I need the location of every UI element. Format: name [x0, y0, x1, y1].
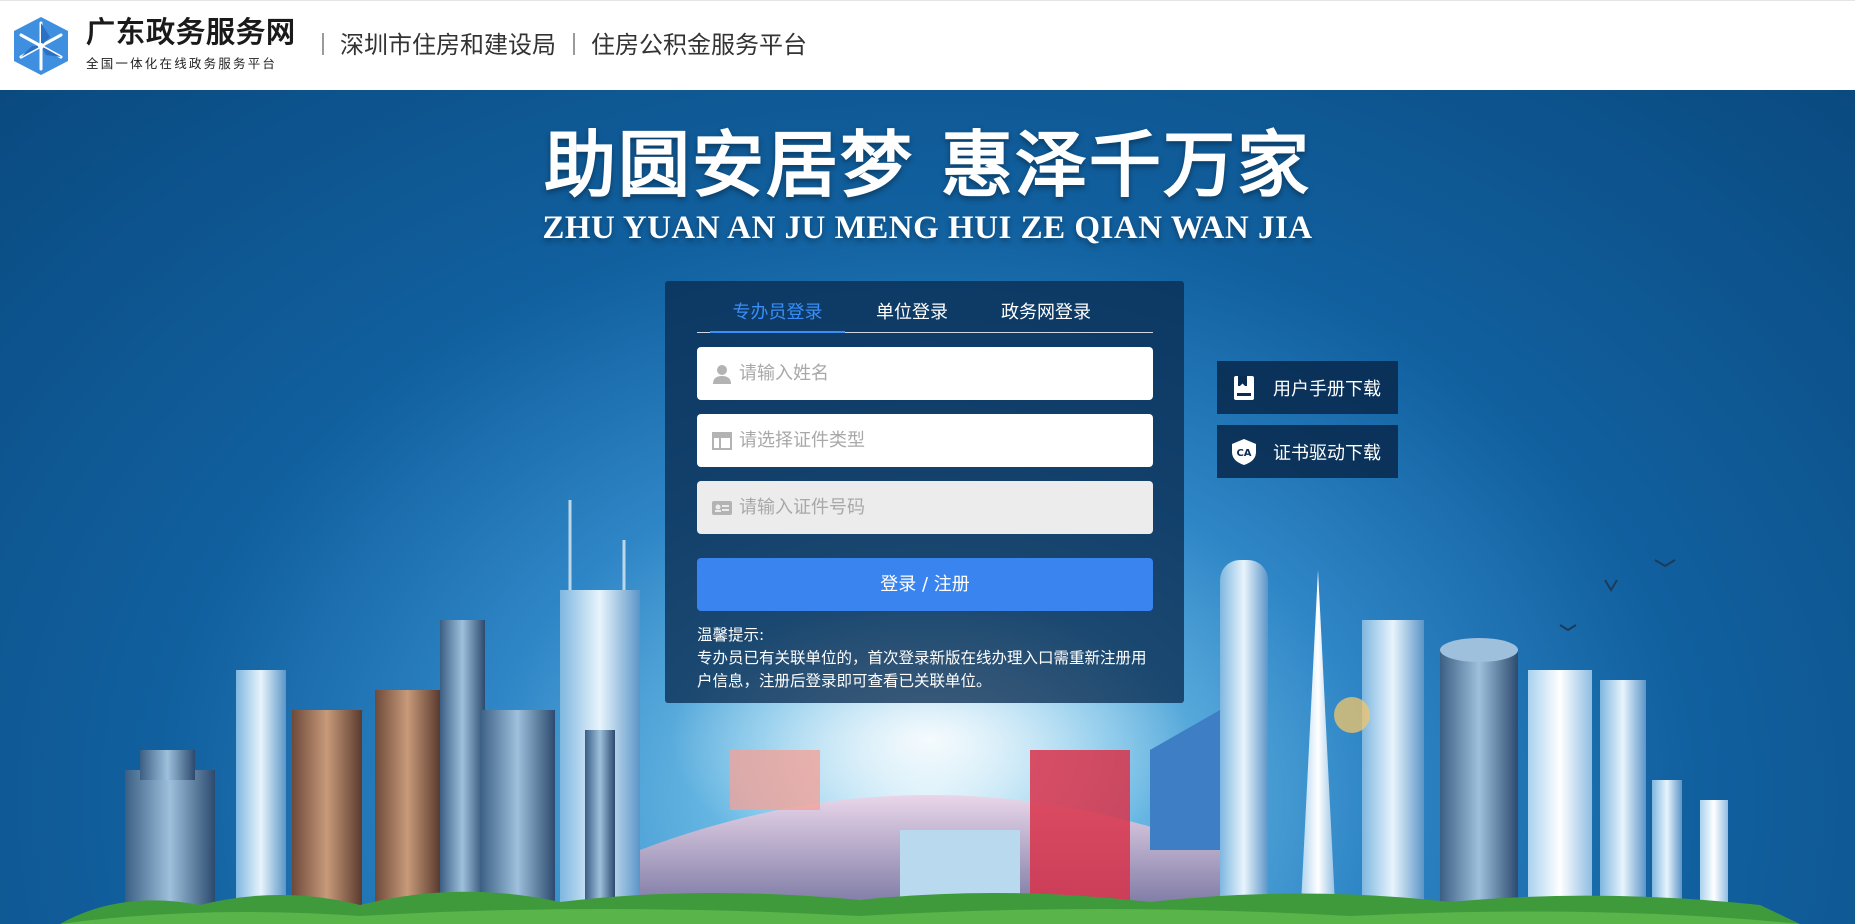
- brand-subtitle: 全国一体化在线政务服务平台: [86, 56, 278, 71]
- ca-shield-icon: CA: [1232, 438, 1256, 465]
- cert-number-field[interactable]: [697, 481, 1153, 534]
- cert-driver-download-button[interactable]: CA 证书驱动下载: [1217, 425, 1398, 478]
- tips-box: 温馨提示: 专办员已有关联单位的，首次登录新版在线办理入口需重新注册用户信息，注…: [697, 624, 1157, 693]
- svg-text:CA: CA: [1236, 448, 1251, 459]
- cert-driver-label: 证书驱动下载: [1273, 442, 1381, 464]
- name-field[interactable]: [697, 347, 1153, 400]
- tab-gov-login[interactable]: 政务网登录: [981, 299, 1111, 333]
- gd-logo-icon[interactable]: [10, 15, 72, 77]
- book-icon: [1234, 375, 1254, 400]
- slogan-chinese: 助圆安居梦 惠泽千万家: [543, 122, 1312, 207]
- slogan-pinyin: ZHU YUAN AN JU MENG HUI ZE QIAN WAN JIA: [542, 210, 1313, 246]
- id-card-icon: [712, 500, 732, 515]
- brand: 广东政务服务网 全国一体化在线政务服务平台: [86, 15, 296, 72]
- user-manual-download-button[interactable]: 用户手册下载: [1217, 361, 1398, 414]
- table-icon: [712, 431, 732, 450]
- name-input[interactable]: [739, 353, 1139, 394]
- brand-title[interactable]: 广东政务服务网: [86, 15, 296, 49]
- user-icon: [713, 364, 731, 384]
- tips-body: 专办员已有关联单位的，首次登录新版在线办理入口需重新注册用户信息，注册后登录即可…: [697, 649, 1147, 690]
- cert-number-input[interactable]: [739, 487, 1139, 528]
- cert-type-field[interactable]: [697, 414, 1153, 467]
- header-divider: [322, 33, 324, 55]
- login-tabs: 专办员登录 单位登录 政务网登录: [697, 299, 1153, 333]
- user-manual-label: 用户手册下载: [1273, 378, 1381, 400]
- bureau-name: 深圳市住房和建设局: [340, 31, 556, 59]
- tips-title: 温馨提示:: [697, 626, 765, 644]
- top-header: 广东政务服务网 全国一体化在线政务服务平台 深圳市住房和建设局 住房公积金服务平…: [0, 0, 1855, 90]
- header-divider: [573, 33, 575, 55]
- login-panel: 专办员登录 单位登录 政务网登录 请输入姓名 请选择证件类型 请输入证件号码 登…: [665, 281, 1184, 703]
- tab-agent-login[interactable]: 专办员登录: [710, 299, 845, 333]
- hero-banner: 助圆安居梦 惠泽千万家 ZHU YUAN AN JU MENG HUI ZE Q…: [0, 90, 1855, 924]
- platform-name: 住房公积金服务平台: [591, 31, 807, 59]
- cert-type-select[interactable]: [739, 420, 1139, 461]
- tab-unit-login[interactable]: 单位登录: [857, 299, 967, 333]
- login-register-button[interactable]: 登录 / 注册: [697, 558, 1153, 611]
